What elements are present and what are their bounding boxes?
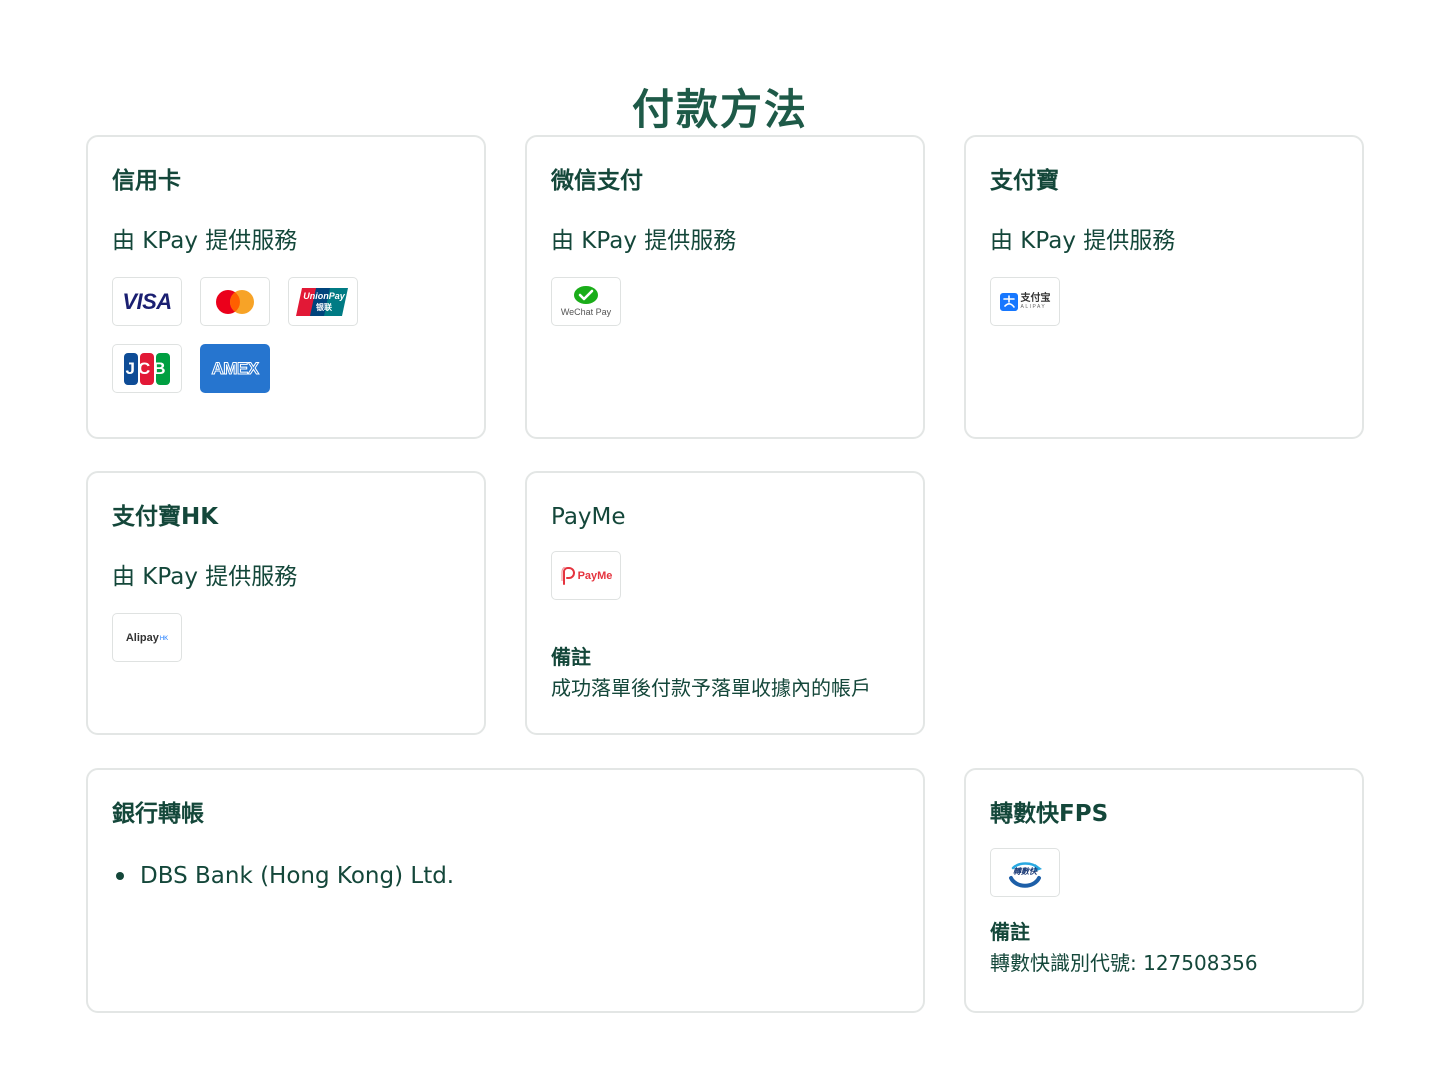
wechat-pay-icon <box>574 286 598 304</box>
mastercard-icon <box>216 289 254 314</box>
card-payme[interactable]: PayMe PayMe 備註 成功落單後付款予落單收據內的帳戶 <box>525 471 925 735</box>
unionpay-logo: UnionPay 银联 <box>288 277 358 326</box>
fps-logo-text: 轉數快 <box>1013 866 1037 876</box>
note-label: 備註 <box>551 645 591 669</box>
visa-logo-text: VISA <box>122 288 172 314</box>
payme-logo-text: PayMe <box>577 569 613 582</box>
page-title: 付款方法 <box>631 85 808 134</box>
card-title: 支付寶 <box>990 168 1059 194</box>
payment-methods-page: 付款方法 信用卡 由 KPay 提供服務 VISA UnionPay 银联 JC… <box>0 0 1440 1080</box>
card-title: 微信支付 <box>551 168 643 194</box>
card-title: 轉數快FPS <box>990 801 1109 827</box>
card-wechat-pay[interactable]: 微信支付 由 KPay 提供服務 WeChat Pay <box>525 135 925 439</box>
card-alipay-hk[interactable]: 支付寶HK 由 KPay 提供服務 Alipay HK <box>86 471 486 735</box>
note-label: 備註 <box>990 920 1030 944</box>
payme-icon <box>560 566 575 585</box>
alipay-hk-logo-text: Alipay <box>125 631 159 644</box>
alipay-logo-cn: 支付宝 <box>1020 292 1051 304</box>
jcb-logo: JCB <box>112 344 182 393</box>
card-fps[interactable]: 轉數快FPS 轉數快 備註 轉數快識別代號: 127508356 <box>964 768 1364 1013</box>
note-text: 轉數快識別代號: 127508356 <box>990 951 1258 975</box>
mastercard-logo <box>200 277 270 326</box>
unionpay-logo-subtext: 银联 <box>316 302 332 312</box>
wechat-pay-logo: WeChat Pay <box>551 277 621 326</box>
alipay-icon <box>999 292 1018 311</box>
card-provider: 由 KPay 提供服務 <box>551 228 737 254</box>
visa-logo: VISA <box>112 277 182 326</box>
amex-logo: AMEX <box>200 344 270 393</box>
card-provider: 由 KPay 提供服務 <box>112 564 298 590</box>
card-alipay[interactable]: 支付寶 由 KPay 提供服務 支付宝 ALIPAY <box>964 135 1364 439</box>
bank-name: DBS Bank (Hong Kong) Ltd. <box>140 863 455 889</box>
payme-logo: PayMe <box>551 551 621 600</box>
bank-list-item: DBS Bank (Hong Kong) Ltd. <box>112 860 899 892</box>
card-title: 銀行轉帳 <box>112 801 204 827</box>
bullet-icon <box>116 872 124 880</box>
fps-logo: 轉數快 <box>990 848 1060 897</box>
card-provider: 由 KPay 提供服務 <box>990 228 1176 254</box>
card-credit-card[interactable]: 信用卡 由 KPay 提供服務 VISA UnionPay 银联 JCB AME… <box>86 135 486 439</box>
wechat-pay-logo-text: WeChat Pay <box>560 307 612 317</box>
alipay-logo-en: ALIPAY <box>1020 303 1047 310</box>
card-bank-transfer[interactable]: 銀行轉帳 DBS Bank (Hong Kong) Ltd. <box>86 768 925 1013</box>
note-text: 成功落單後付款予落單收據內的帳戶 <box>551 676 871 700</box>
alipay-hk-logo: Alipay HK <box>112 613 182 662</box>
alipay-logo: 支付宝 ALIPAY <box>990 277 1060 326</box>
amex-logo-text: AMEX <box>211 358 260 378</box>
card-title: PayMe <box>551 504 626 530</box>
card-provider: 由 KPay 提供服務 <box>112 228 298 254</box>
unionpay-logo-text: UnionPay <box>303 290 345 301</box>
jcb-logo-text: JCB <box>125 358 169 378</box>
card-title: 信用卡 <box>112 168 181 194</box>
bank-list: DBS Bank (Hong Kong) Ltd. <box>112 860 899 892</box>
card-title: 支付寶HK <box>112 504 219 530</box>
alipay-hk-logo-suffix: HK <box>159 636 169 642</box>
